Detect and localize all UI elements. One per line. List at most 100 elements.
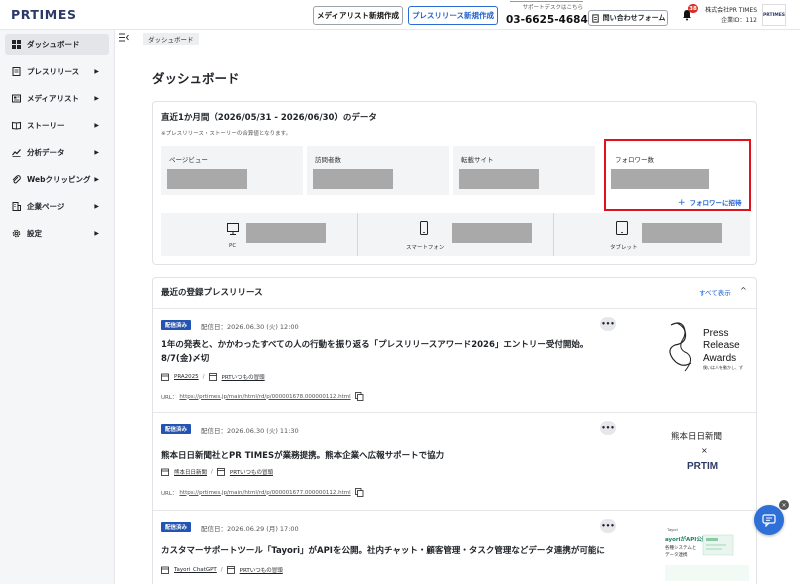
document-icon — [12, 67, 21, 76]
release-date: 配信日：2026.06.30 (火) 11:30 — [201, 427, 299, 435]
template-tag[interactable]: PRTいつもの冒頭 — [222, 373, 265, 381]
redacted-value — [167, 169, 247, 189]
thumb-text: 熊本日日新聞 — [671, 431, 722, 442]
chevron-up-icon[interactable]: ^ — [740, 286, 747, 295]
thumb-text: ayoriがAPI公開 — [665, 535, 708, 543]
document-icon — [591, 13, 599, 23]
sidebar-collapse-icon[interactable] — [119, 33, 129, 42]
book-icon — [12, 121, 21, 130]
invite-followers-link[interactable]: + フォロワーに招待 — [678, 197, 742, 208]
copy-icon[interactable] — [354, 392, 364, 401]
sidebar: ダッシュボード プレスリリース ▶ メディアリスト ▶ ストーリー ▶ 分析デー… — [0, 30, 115, 584]
sidebar-item-press-release[interactable]: プレスリリース ▶ — [5, 61, 109, 82]
sidebar-item-company-page[interactable]: 企業ページ ▶ — [5, 196, 109, 217]
copy-icon[interactable] — [354, 488, 364, 497]
release-url-link[interactable]: https://prtimes.jp/main/html/rd/p/000001… — [179, 394, 350, 400]
template-tag[interactable]: PRTいつもの冒頭 — [240, 566, 283, 574]
sidebar-item-media-list[interactable]: メディアリスト ▶ — [5, 88, 109, 109]
campaign-tag[interactable]: PRA2025 — [174, 374, 199, 380]
release-thumbnail[interactable]: Tayori ayoriがAPI公開 各種システムと データ連携 — [663, 523, 751, 583]
contact-form-button[interactable]: 問い合わせフォーム — [588, 10, 668, 26]
sidebar-item-story[interactable]: ストーリー ▶ — [5, 115, 109, 136]
contact-form-label: 問い合わせフォーム — [602, 14, 666, 22]
thumb-text: Awards — [703, 353, 736, 364]
sidebar-item-analytics[interactable]: 分析データ ▶ — [5, 142, 109, 163]
campaign-tag[interactable]: 熊本日日新聞 — [174, 468, 207, 476]
release-thumbnail[interactable]: 熊本日日新聞 × PRTIM — [663, 427, 751, 477]
sidebar-item-web-clipping[interactable]: Webクリッピング ▶ — [5, 169, 109, 190]
status-badge: 配信済み — [161, 320, 192, 330]
kumanichi-thumbnail-image: 熊本日日新聞 × PRTIM — [671, 431, 722, 472]
release-url: URL： https://prtimes.jp/main/html/rd/p/0… — [161, 488, 364, 497]
paperclip-icon — [12, 175, 21, 184]
company-logo[interactable]: PRTIMES — [762, 4, 786, 26]
stats-card-title: 直近1か月間（2026/05/31 - 2026/06/30）のデータ — [161, 113, 377, 123]
release-url-link[interactable]: https://prtimes.jp/main/html/rd/p/000001… — [179, 490, 350, 496]
calendar-icon — [161, 468, 169, 476]
stat-label: 訪問者数 — [315, 156, 341, 164]
sidebar-item-settings[interactable]: 設定 ▶ — [5, 223, 109, 244]
url-label: URL： — [161, 490, 178, 497]
thumb-text: × — [701, 446, 708, 455]
prtimes-logo[interactable]: PRTIMES — [11, 7, 77, 22]
sidebar-item-label: 設定 — [27, 229, 42, 238]
tag-separator: / — [211, 469, 213, 475]
release-url: URL： https://prtimes.jp/main/html/rd/p/0… — [161, 392, 364, 401]
redacted-value — [459, 169, 539, 189]
breadcrumb: ダッシュボード — [143, 33, 199, 45]
more-options-button[interactable]: ••• — [600, 519, 616, 533]
chart-line-icon — [12, 149, 21, 157]
device-smartphone: スマートフォン — [357, 213, 553, 256]
release-tags: PRA2025 / PRTいつもの冒頭 — [161, 373, 269, 381]
sidebar-item-dashboard[interactable]: ダッシュボード — [5, 34, 109, 55]
chevron-right-icon: ▶ — [94, 95, 99, 102]
release-item[interactable]: 配信済み 配信日：2026.06.30 (火) 12:00 ••• 1年の発表と… — [153, 308, 756, 412]
calendar-icon — [161, 373, 169, 381]
template-tag[interactable]: PRTいつもの冒頭 — [230, 468, 273, 476]
sidebar-item-label: ダッシュボード — [27, 40, 80, 49]
release-tags: 熊本日日新聞 / PRTいつもの冒頭 — [161, 468, 277, 476]
newspaper-icon — [12, 94, 21, 103]
release-date: 配信日：2026.06.30 (火) 12:00 — [201, 323, 299, 331]
sidebar-item-label: 分析データ — [27, 148, 65, 157]
recent-releases-card: 最近の登録プレスリリース すべて表示 ^ 配信済み 配信日：2026.06.30… — [152, 277, 757, 584]
press-awards-thumbnail-image: Press Release Awards 僕いは人を動かし、ず — [669, 322, 743, 372]
status-badge: 配信済み — [161, 424, 192, 434]
sidebar-item-label: ストーリー — [27, 121, 65, 130]
monitor-icon — [227, 223, 239, 235]
gear-icon — [12, 229, 21, 238]
campaign-tag[interactable]: Tayori_ChatGPT — [174, 567, 217, 573]
release-title[interactable]: カスタマーサポートツール「Tayori」がAPIを公開。社内チャット・顧客管理・… — [161, 544, 616, 558]
press-release-create-button[interactable]: プレスリリース新規作成 — [408, 6, 498, 25]
device-label: スマートフォン — [406, 245, 445, 251]
chat-close-button[interactable]: × — [779, 500, 789, 510]
more-options-button[interactable]: ••• — [600, 421, 616, 435]
see-all-link[interactable]: すべて表示 — [699, 287, 731, 297]
url-label: URL： — [161, 394, 178, 401]
device-breakdown: PC スマートフォン タブレット — [161, 213, 750, 256]
smartphone-icon — [420, 221, 428, 235]
sidebar-item-label: プレスリリース — [27, 67, 80, 76]
page-title: ダッシュボード — [152, 71, 240, 86]
redacted-value — [246, 223, 326, 243]
company-info[interactable]: 株式会社PR TIMES 企業ID：112 — [700, 6, 757, 26]
chevron-right-icon: ▶ — [94, 176, 99, 183]
release-thumbnail[interactable]: Press Release Awards 僕いは人を動かし、ず — [663, 315, 751, 380]
release-title[interactable]: 1年の発表と、かかわったすべての人の行動を振り返る「プレスリリースアワード202… — [161, 338, 616, 366]
media-list-create-button[interactable]: メディアリスト新規作成 — [313, 6, 403, 25]
device-tablet: タブレット — [553, 213, 749, 256]
device-pc: PC — [161, 213, 357, 256]
device-label: PC — [229, 243, 237, 249]
chat-support-button[interactable] — [754, 505, 784, 535]
release-item[interactable]: 配信済み 配信日：2026.06.29 (月) 17:00 ••• カスタマーサ… — [153, 510, 756, 584]
chevron-right-icon: ▶ — [94, 230, 99, 237]
template-icon — [226, 566, 235, 574]
template-icon — [216, 468, 225, 476]
redacted-value — [452, 223, 532, 243]
support-desk-label: サポートデスクはこちら — [510, 1, 583, 11]
release-item[interactable]: 配信済み 配信日：2026.06.30 (火) 11:30 ••• 熊本日日新聞… — [153, 412, 756, 510]
tayori-thumbnail-image: Tayori ayoriがAPI公開 各種システムと データ連携 — [663, 523, 751, 583]
more-options-button[interactable]: ••• — [600, 317, 616, 331]
release-title[interactable]: 熊本日日新聞社とPR TIMESが業務提携。熊本企業へ広報サポートで協力 — [161, 449, 616, 463]
company-id: 企業ID：112 — [721, 17, 757, 24]
